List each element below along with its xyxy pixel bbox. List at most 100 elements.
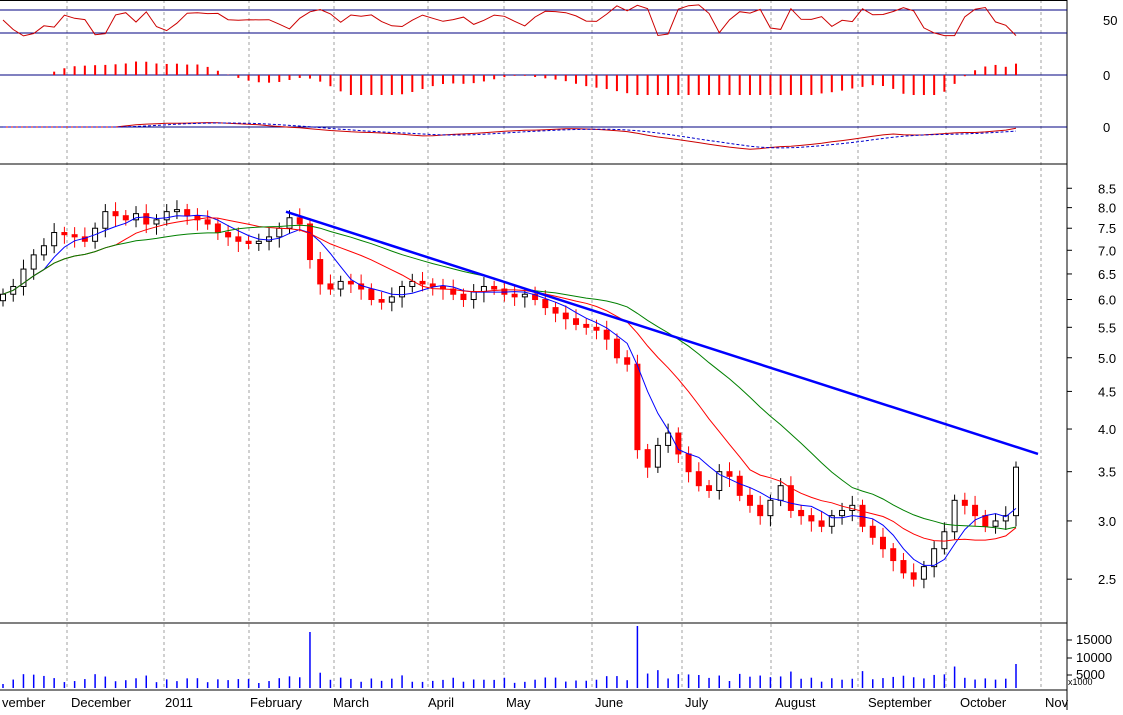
- axes: 8.5 8.0 7.5 7.0 6.5 6.0 5.5 5.0 4.5 4.0 3.5 3.0 2.5 5…: [2, 13, 1117, 710]
- candle-body: [306, 223, 313, 261]
- candle: [654, 437, 661, 473]
- candle-body: [972, 504, 979, 517]
- candle-body: [552, 307, 559, 314]
- candle-body: [0, 293, 6, 302]
- month-label: July: [685, 695, 709, 710]
- rsi-tick-label: 50: [1103, 13, 1117, 28]
- candle-body: [910, 572, 917, 580]
- stock-chart: 8.5 8.0 7.5 7.0 6.5 6.0 5.5 5.0 4.5 4.0 3.5 3.0 2.5 5…: [0, 0, 1123, 710]
- candle-body: [511, 293, 518, 298]
- month-label: December: [71, 695, 132, 710]
- candle: [204, 210, 211, 230]
- volume-panel: [2, 626, 1017, 688]
- candle-body: [941, 531, 948, 550]
- candle: [879, 527, 886, 558]
- month-label: October: [960, 695, 1007, 710]
- candle: [317, 251, 324, 295]
- candle-body: [51, 232, 58, 247]
- candle: [665, 423, 672, 453]
- candle-body: [869, 525, 876, 538]
- candle: [890, 543, 897, 572]
- candle-body: [746, 494, 753, 506]
- panel-frames: [0, 0, 1068, 710]
- candle-body: [204, 219, 211, 225]
- candle: [992, 513, 999, 534]
- candle-body: [542, 299, 549, 309]
- candle-body: [225, 232, 232, 238]
- candle-body: [665, 432, 672, 446]
- month-label: August: [775, 695, 816, 710]
- candle: [706, 479, 713, 498]
- candle: [491, 280, 498, 295]
- candle-body: [61, 232, 68, 236]
- candle: [61, 226, 68, 244]
- price-tick-label: 3.5: [1098, 465, 1116, 480]
- candle-body: [40, 245, 47, 256]
- month-label: 2011: [165, 695, 193, 710]
- candle-body: [214, 223, 221, 234]
- candle: [532, 286, 539, 306]
- candle: [695, 462, 702, 492]
- trendline: [285, 210, 1039, 456]
- candle-body: [368, 288, 375, 301]
- candle: [941, 522, 948, 555]
- candle: [900, 552, 907, 579]
- candle: [378, 291, 385, 310]
- candle-body: [460, 293, 467, 301]
- candle: [255, 233, 262, 251]
- candle: [798, 504, 805, 525]
- candle-body: [143, 213, 150, 225]
- volume-tick-label: 15000: [1076, 632, 1112, 647]
- price-tick-label: 3.0: [1098, 514, 1116, 529]
- candle-body: [920, 566, 927, 580]
- candle: [112, 202, 119, 227]
- candle: [931, 541, 938, 578]
- candle: [388, 287, 395, 312]
- candle-body: [317, 259, 324, 285]
- candle: [20, 259, 27, 296]
- candle-body: [644, 449, 651, 468]
- price-tick-label: 8.0: [1098, 201, 1116, 216]
- candle-body: [388, 296, 395, 303]
- candle: [358, 274, 365, 300]
- candle: [624, 350, 631, 372]
- candle: [982, 509, 989, 533]
- candle: [869, 518, 876, 545]
- candle: [613, 333, 620, 364]
- price-tick-label: 2.5: [1098, 572, 1116, 587]
- candle: [767, 494, 774, 527]
- candle-body: [695, 471, 702, 487]
- volume-tick-label: 10000: [1076, 650, 1112, 665]
- candle-body: [613, 338, 620, 359]
- candle: [716, 464, 723, 500]
- candle-body: [583, 323, 590, 328]
- price-panel: [0, 200, 1039, 589]
- candle: [296, 208, 303, 232]
- candle: [562, 305, 569, 330]
- candle: [133, 206, 140, 228]
- candle: [327, 274, 334, 295]
- candle: [480, 277, 487, 303]
- ma-slow-line: [2, 224, 1017, 530]
- candle: [266, 227, 273, 251]
- gridlines: [66, 0, 1042, 690]
- candle-body: [593, 326, 600, 331]
- price-tick-label: 5.5: [1098, 320, 1116, 335]
- candle-body: [429, 283, 436, 287]
- candle-body: [491, 285, 498, 290]
- month-label: Nov: [1045, 695, 1069, 710]
- candle: [951, 494, 958, 540]
- candle-body: [961, 499, 968, 506]
- candle: [51, 223, 58, 254]
- candle-body: [900, 560, 907, 574]
- volume-multiplier-label: x1000: [1068, 677, 1093, 687]
- candle: [583, 318, 590, 335]
- candle: [808, 508, 815, 532]
- candle: [40, 238, 47, 261]
- candle: [521, 288, 528, 308]
- candle-body: [982, 515, 989, 527]
- candle-body: [266, 236, 273, 242]
- candle: [184, 203, 191, 225]
- candle: [828, 509, 835, 534]
- candle-body: [706, 485, 713, 491]
